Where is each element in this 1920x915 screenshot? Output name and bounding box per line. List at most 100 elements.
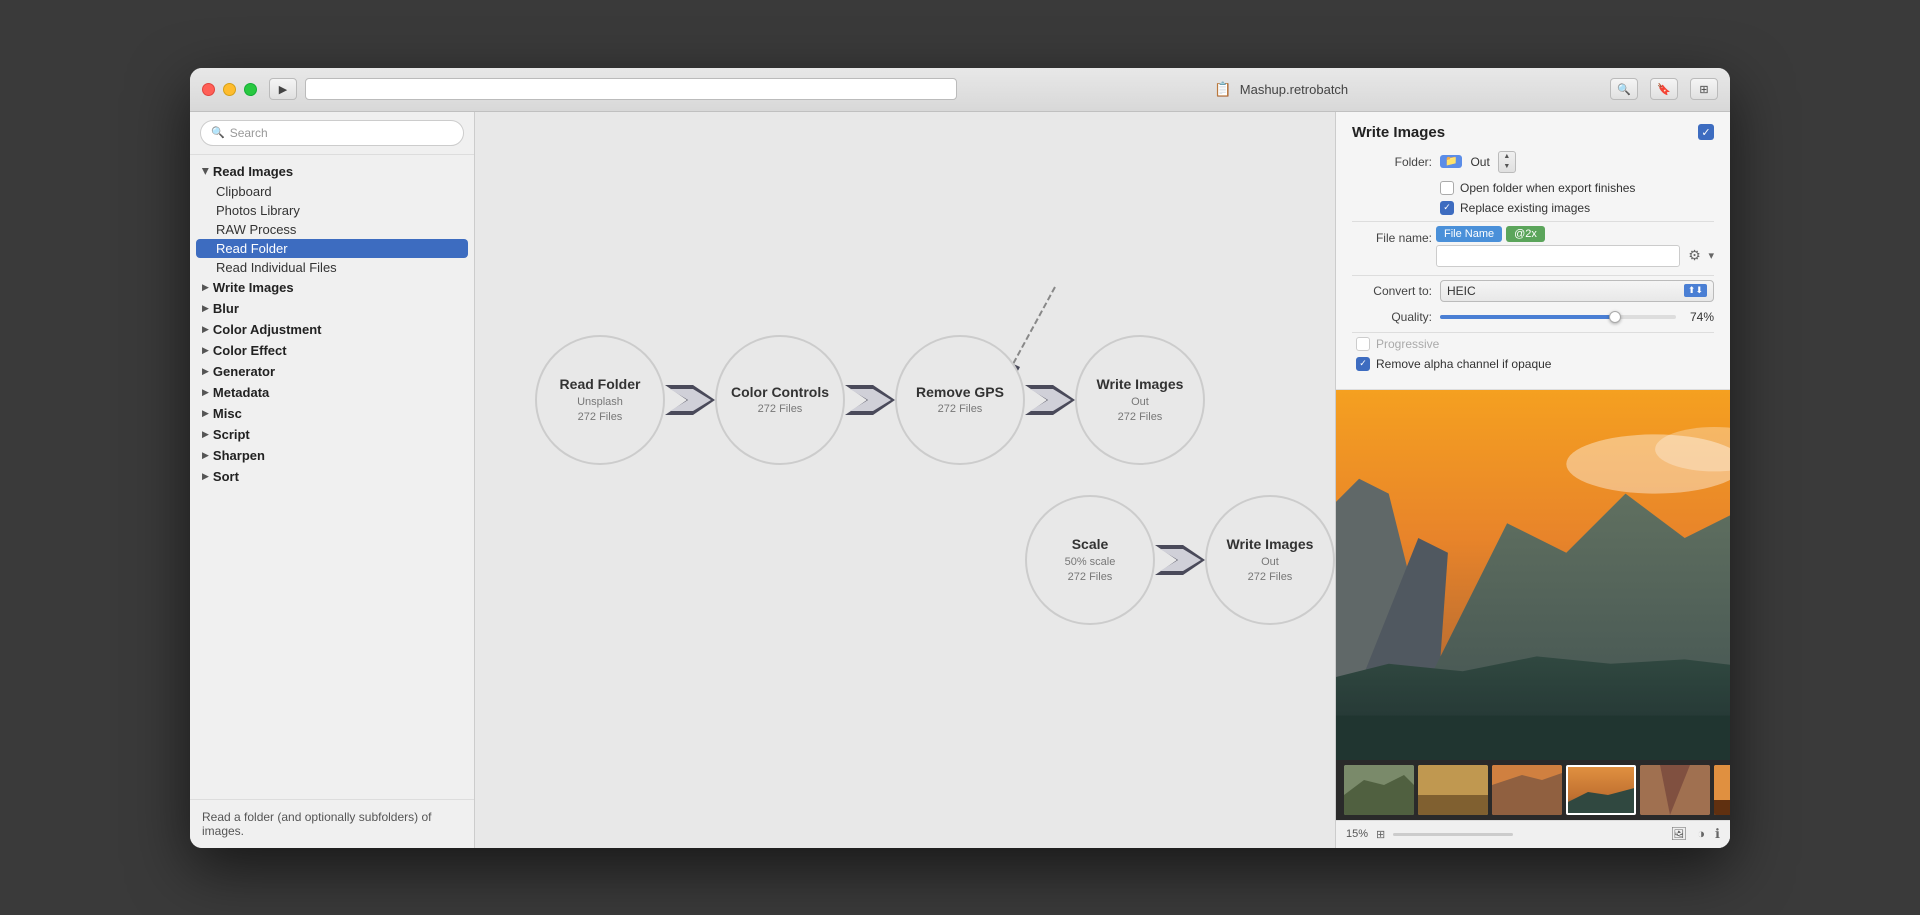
thumbnail-2[interactable] [1418, 765, 1488, 815]
sidebar-group-write-images: ▶ Write Images [190, 277, 474, 298]
chevron-down-icon[interactable]: ▾ [1708, 249, 1714, 262]
write-images-enabled-checkbox[interactable]: ✓ [1698, 124, 1714, 140]
thumbnail-5[interactable] [1640, 765, 1710, 815]
gear-icon[interactable]: ⚙ [1684, 246, 1704, 266]
sidebar-group-sort: ▶ Sort [190, 466, 474, 487]
minimize-button[interactable] [223, 83, 236, 96]
right-panel: Write Images ✓ Folder: 📁 Out ▲ ▼ Ope [1335, 112, 1730, 848]
sidebar-group-header-generator[interactable]: ▶ Generator [190, 361, 474, 382]
titlebar-right: 🔍 🔖 ⊞ [1606, 78, 1718, 100]
sidebar-group-header-write-images[interactable]: ▶ Write Images [190, 277, 474, 298]
open-folder-checkbox[interactable] [1440, 181, 1454, 195]
workflow-row-bottom: Scale 50% scale 272 Files [1025, 495, 1335, 625]
quality-slider-thumb[interactable] [1609, 311, 1621, 323]
sidebar-group-header-color-adjustment[interactable]: ▶ Color Adjustment [190, 319, 474, 340]
maximize-button[interactable] [244, 83, 257, 96]
quality-slider-fill [1440, 315, 1615, 319]
sidebar-item-photos-library[interactable]: Photos Library [190, 201, 474, 220]
zoom-level: 15% [1346, 828, 1368, 840]
folder-label: Folder: [1352, 155, 1432, 169]
filename-input[interactable] [1436, 245, 1680, 267]
info-icon[interactable]: ℹ [1715, 826, 1720, 842]
group-label-generator: Generator [213, 364, 275, 379]
sidebar-item-clipboard[interactable]: Clipboard [190, 182, 474, 201]
node-sub2: 272 Files [1118, 411, 1163, 423]
contrast-icon[interactable]: ◑ [1697, 826, 1705, 842]
sidebar-group-header-read-images[interactable]: ▶ Read Images [190, 161, 474, 182]
sidebar-group-read-images: ▶ Read Images Clipboard Photos Library R… [190, 161, 474, 277]
play-button[interactable]: ▶ [269, 78, 297, 100]
triangle-icon: ▶ [202, 282, 209, 293]
arrow-chevrons [845, 385, 895, 415]
remove-alpha-checkbox[interactable]: ✓ [1356, 357, 1370, 371]
share-toolbar-btn[interactable]: 🔖 [1650, 78, 1678, 100]
search-input[interactable]: Search [230, 126, 268, 140]
node-scale[interactable]: Scale 50% scale 272 Files [1025, 495, 1155, 625]
group-label-color-adjustment: Color Adjustment [213, 322, 322, 337]
sidebar-group-header-metadata[interactable]: ▶ Metadata [190, 382, 474, 403]
quality-slider-track[interactable] [1440, 315, 1676, 319]
sidebar-group-header-sharpen[interactable]: ▶ Sharpen [190, 445, 474, 466]
zoom-icon[interactable]: ⊞ [1376, 828, 1385, 841]
convert-value: HEIC [1447, 284, 1476, 298]
node-sub1: 50% scale [1065, 556, 1116, 568]
progressive-checkbox[interactable] [1356, 337, 1370, 351]
node-read-folder[interactable]: Read Folder Unsplash 272 Files [535, 335, 665, 465]
sidebar-item-read-individual-files[interactable]: Read Individual Files [190, 258, 474, 277]
thumbnail-3[interactable] [1492, 765, 1562, 815]
thumbnail-4[interactable] [1566, 765, 1636, 815]
quality-value: 74% [1684, 310, 1714, 324]
token-filename[interactable]: File Name [1436, 226, 1502, 242]
search-toolbar-btn[interactable]: 🔍 [1610, 78, 1638, 100]
connector-4 [1155, 545, 1205, 575]
search-box[interactable]: 🔍 Search [200, 120, 464, 146]
node-remove-gps[interactable]: Remove GPS 272 Files [895, 335, 1025, 465]
divider-1 [1352, 221, 1714, 222]
folder-stepper[interactable]: ▲ ▼ [1498, 151, 1516, 173]
stepper-down[interactable]: ▼ [1499, 162, 1515, 172]
triangle-icon: ▶ [202, 429, 209, 440]
main-canvas[interactable]: Read Folder Unsplash 272 Files [475, 112, 1335, 848]
sidebar-scroll: ▶ Read Images Clipboard Photos Library R… [190, 155, 474, 795]
node-write-images-2[interactable]: Write Images Out 272 Files [1205, 495, 1335, 625]
sidebar-group-generator: ▶ Generator [190, 361, 474, 382]
node-color-controls[interactable]: Color Controls 272 Files [715, 335, 845, 465]
triangle-icon: ▶ [202, 408, 209, 419]
arrow-chevrons [1155, 545, 1205, 575]
group-label-sort: Sort [213, 469, 239, 484]
node-label: Write Images [1097, 376, 1184, 393]
token-2x[interactable]: @2x [1506, 226, 1545, 242]
triangle-icon: ▶ [202, 303, 209, 314]
thumbnail-6[interactable] [1714, 765, 1730, 815]
sidebar-group-header-sort[interactable]: ▶ Sort [190, 466, 474, 487]
node-write-images-1[interactable]: Write Images Out 272 Files [1075, 335, 1205, 465]
search-icon: 🔍 [211, 126, 225, 139]
close-button[interactable] [202, 83, 215, 96]
sidebar-item-raw-process[interactable]: RAW Process [190, 220, 474, 239]
sidebar-group-metadata: ▶ Metadata [190, 382, 474, 403]
sidebar-group-header-color-effect[interactable]: ▶ Color Effect [190, 340, 474, 361]
thumbnail-1[interactable] [1344, 765, 1414, 815]
sidebar-group-header-blur[interactable]: ▶ Blur [190, 298, 474, 319]
node-sub2: 272 Files [938, 403, 983, 415]
sidebar-group-sharpen: ▶ Sharpen [190, 445, 474, 466]
node-sub2: 272 Files [578, 411, 623, 423]
stepper-up[interactable]: ▲ [1499, 152, 1515, 162]
image-icon[interactable]: 🖼 [1671, 826, 1688, 842]
zoom-slider[interactable] [1393, 833, 1513, 836]
sidebar-item-read-folder[interactable]: Read Folder [196, 239, 468, 258]
triangle-icon: ▶ [200, 168, 211, 175]
convert-dropdown[interactable]: HEIC ⬆⬇ [1440, 280, 1714, 302]
node-sub2: 272 Files [1068, 571, 1113, 583]
app-window: ▶ 📋 Mashup.retrobatch 🔍 🔖 ⊞ 🔍 Search [190, 68, 1730, 848]
sidebar-toolbar-btn[interactable]: ⊞ [1690, 78, 1718, 100]
node-label: Color Controls [731, 384, 829, 401]
sidebar: 🔍 Search ▶ Read Images Clipboard Photos … [190, 112, 475, 848]
sidebar-group-header-misc[interactable]: ▶ Misc [190, 403, 474, 424]
sidebar-group-color-adjustment: ▶ Color Adjustment [190, 319, 474, 340]
replace-images-checkbox[interactable]: ✓ [1440, 201, 1454, 215]
sidebar-group-misc: ▶ Misc [190, 403, 474, 424]
remove-alpha-row: ✓ Remove alpha channel if opaque [1352, 357, 1714, 371]
group-label-write-images: Write Images [213, 280, 294, 295]
sidebar-group-header-script[interactable]: ▶ Script [190, 424, 474, 445]
